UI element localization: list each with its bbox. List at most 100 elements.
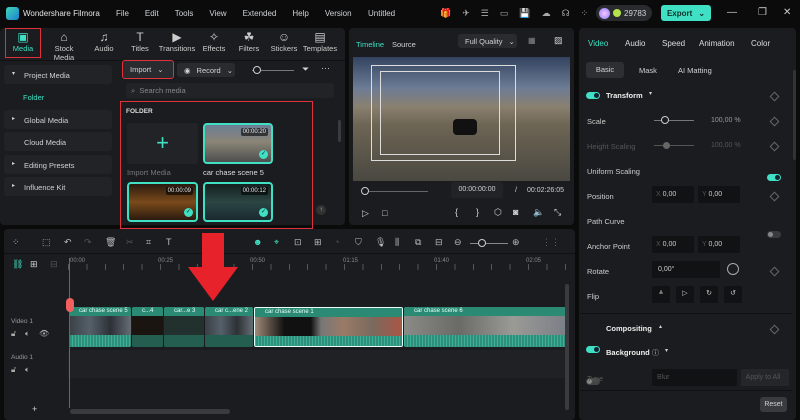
subtab-mask[interactable]: Mask: [639, 66, 657, 75]
cut-icon[interactable]: ✂: [126, 237, 134, 248]
grid-icon[interactable]: ▦: [528, 36, 536, 45]
more-icon[interactable]: ···: [321, 63, 330, 73]
crop-icon[interactable]: ⌗: [146, 237, 151, 248]
subtab-basic[interactable]: Basic: [586, 62, 624, 78]
tool-titles[interactable]: T Titles: [120, 30, 160, 53]
position-y-input[interactable]: Y 0,00: [698, 186, 740, 203]
timeline-clip[interactable]: c...4: [132, 307, 163, 347]
menu-extended[interactable]: Extended: [243, 9, 277, 18]
rotate-left-icon[interactable]: ↺: [724, 286, 742, 303]
import-media-button[interactable]: +: [127, 123, 198, 164]
link-icon[interactable]: ⛓: [12, 259, 23, 270]
rotate-input[interactable]: 0,00°: [652, 261, 720, 278]
restore-icon[interactable]: ❐: [758, 7, 767, 18]
tool-templates[interactable]: ▤ Templates: [300, 30, 340, 53]
tool-audio[interactable]: ♫ Audio: [84, 30, 124, 53]
track-mute-icon[interactable]: 🔈︎: [25, 329, 30, 339]
apply-to-all-button[interactable]: Apply to All: [741, 369, 789, 386]
transform-heading[interactable]: Transform: [606, 91, 643, 100]
reset-button[interactable]: Reset: [760, 397, 787, 412]
track-add-icon[interactable]: ⊞: [30, 259, 38, 270]
snapshot-icon[interactable]: ◙: [513, 207, 518, 217]
tab-animation[interactable]: Animation: [699, 39, 735, 48]
zoom-out-icon[interactable]: ⊖: [454, 237, 462, 248]
scene-icon[interactable]: ⊞: [314, 237, 322, 248]
sidebar-influence-kit[interactable]: ▸ Influence Kit: [4, 177, 112, 196]
timeline-vertical-scrollbar[interactable]: [565, 284, 569, 410]
flip-vertical-icon[interactable]: ⩓: [652, 286, 670, 303]
sidebar-project-media[interactable]: ▾ Project Media: [4, 65, 112, 84]
height-slider[interactable]: [654, 145, 694, 146]
split-icon[interactable]: ⌖: [274, 237, 279, 248]
rotate-dial-icon[interactable]: [727, 263, 739, 275]
timeline-clip[interactable]: car chase scene 6: [404, 307, 568, 347]
menu-tools[interactable]: Tools: [175, 9, 194, 18]
marker-icon[interactable]: ⊡: [294, 237, 302, 248]
minimize-icon[interactable]: —: [727, 7, 737, 18]
position-x-input[interactable]: X 0,00: [652, 186, 694, 203]
task-icon[interactable]: ☰: [481, 8, 489, 19]
apps-icon[interactable]: ⁘: [581, 8, 589, 19]
credits-badge[interactable]: 29783: [596, 5, 652, 21]
redo-icon[interactable]: ↷: [84, 237, 92, 248]
help-icon[interactable]: ⓘ: [652, 348, 659, 358]
timeline-clip[interactable]: car c...ene 2: [205, 307, 253, 347]
replace-icon[interactable]: ⧉: [415, 237, 421, 248]
menu-file[interactable]: File: [116, 9, 129, 18]
track-settings-icon[interactable]: ⊟: [50, 259, 58, 270]
anchor-x-input[interactable]: X 0,00: [652, 236, 694, 253]
render-icon[interactable]: ⬡: [494, 207, 502, 218]
menu-view[interactable]: View: [209, 9, 226, 18]
mark-out-icon[interactable]: }: [476, 207, 479, 217]
path-curve-toggle[interactable]: [767, 231, 781, 238]
caret-icon[interactable]: ▾: [649, 90, 652, 97]
sidebar-global-media[interactable]: ▸ Global Media: [4, 110, 112, 129]
media-thumbnail[interactable]: 00:00:09 ✓: [127, 182, 198, 222]
quality-select[interactable]: Full Quality ⌄: [458, 34, 517, 48]
sidebar-folder[interactable]: Folder: [23, 93, 44, 102]
play-icon[interactable]: ▷: [362, 208, 369, 219]
tool-media[interactable]: ▣ Media: [3, 30, 43, 53]
timeline-zoom-slider[interactable]: [470, 243, 508, 244]
fullscreen-icon[interactable]: ⤡: [554, 207, 561, 218]
menu-version[interactable]: Version: [325, 9, 352, 18]
track-lock-icon[interactable]: 🔓︎: [11, 329, 16, 339]
add-track-icon[interactable]: +: [32, 404, 37, 414]
menu-edit[interactable]: Edit: [145, 9, 159, 18]
slider-handle[interactable]: [661, 116, 669, 124]
tool-effects[interactable]: ✧ Effects: [194, 30, 234, 53]
caret-icon[interactable]: ▴: [659, 323, 662, 330]
import-button[interactable]: Import ⌄: [122, 60, 174, 79]
close-icon[interactable]: ✕: [783, 7, 791, 18]
compositing-heading[interactable]: Compositing: [606, 324, 652, 333]
tab-source[interactable]: Source: [392, 40, 416, 49]
search-input[interactable]: ⌕ Search media: [126, 83, 334, 98]
slider-handle[interactable]: [478, 239, 486, 247]
ai-icon[interactable]: ☻: [253, 237, 262, 247]
transform-toggle[interactable]: [586, 92, 600, 99]
tool-transitions[interactable]: ▶ Transitions: [157, 30, 197, 53]
speed-icon[interactable]: ◔: [334, 237, 339, 247]
tab-video[interactable]: Video: [588, 39, 608, 48]
text-icon[interactable]: T: [166, 237, 172, 247]
background-heading[interactable]: Background: [606, 348, 650, 357]
playhead-marker[interactable]: [66, 298, 74, 312]
timeline-clip[interactable]: car...e 3: [164, 307, 204, 347]
filter-icon[interactable]: ⏷: [302, 64, 309, 75]
anchor-y-input[interactable]: Y 0,00: [698, 236, 740, 253]
track-mute-icon[interactable]: 🔈︎: [25, 365, 30, 375]
uniform-scaling-toggle[interactable]: [767, 174, 781, 181]
layout-icon[interactable]: ⁘: [12, 237, 20, 248]
timeline-clip[interactable]: car chase scene 5: [69, 307, 131, 347]
scroll-top-icon[interactable]: ↑: [316, 205, 326, 215]
tool-stickers[interactable]: ☺ Stickers: [264, 30, 304, 53]
caret-icon[interactable]: ▾: [665, 347, 668, 354]
sidebar-editing-presets[interactable]: ▸ Editing Presets: [4, 155, 112, 174]
monitor-icon[interactable]: ▭: [500, 8, 509, 19]
image-icon[interactable]: ▨: [554, 35, 563, 46]
select-icon[interactable]: ⬚: [42, 237, 51, 248]
scale-value[interactable]: 100,00 %: [711, 117, 741, 124]
view-options-icon[interactable]: ⋮⋮: [542, 237, 560, 248]
current-time[interactable]: 00:00:00:00: [451, 182, 503, 198]
delete-icon[interactable]: 🗑: [105, 237, 116, 248]
